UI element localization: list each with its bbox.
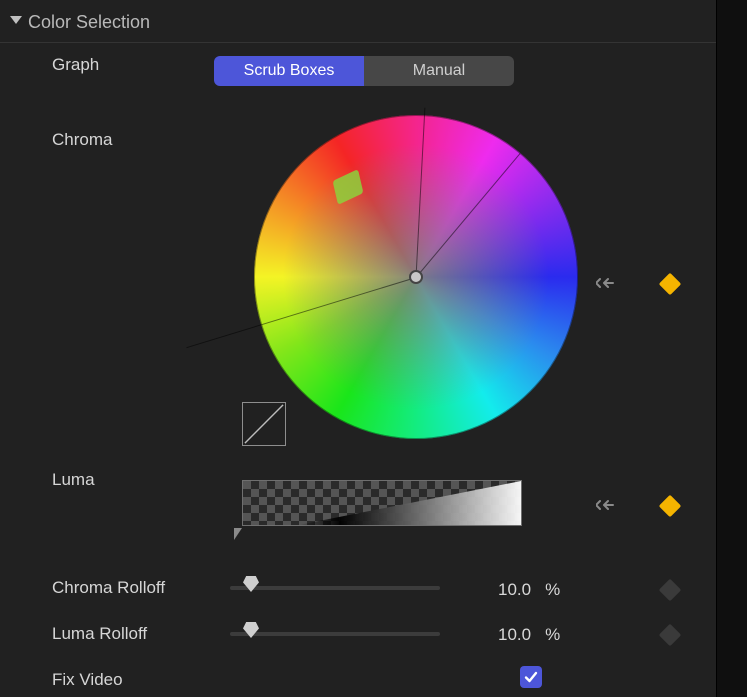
luma-rolloff-value-readout[interactable]: 10.0 % bbox=[498, 625, 560, 645]
chroma-rolloff-value-readout[interactable]: 10.0 % bbox=[498, 580, 560, 600]
chroma-rolloff-slider[interactable] bbox=[230, 578, 440, 598]
section-header[interactable]: Color Selection bbox=[0, 0, 716, 43]
disclosure-triangle-icon[interactable] bbox=[10, 16, 22, 24]
luma-rolloff-label: Luma Rolloff bbox=[52, 624, 220, 644]
chroma-wedge-edge[interactable] bbox=[416, 108, 426, 278]
checkmark-icon bbox=[523, 669, 539, 685]
luma-reset-icon[interactable] bbox=[596, 498, 614, 512]
chroma-center-dot[interactable] bbox=[409, 270, 423, 284]
chroma-wedge-edge[interactable] bbox=[186, 277, 416, 348]
fix-video-label: Fix Video bbox=[52, 670, 220, 690]
chroma-rolloff-label: Chroma Rolloff bbox=[52, 578, 220, 598]
chroma-wheel-area bbox=[254, 115, 584, 445]
segment-label: Scrub Boxes bbox=[244, 62, 335, 80]
luma-range-handle[interactable] bbox=[234, 528, 242, 540]
segment-label: Manual bbox=[413, 62, 465, 80]
luma-rolloff-unit: % bbox=[545, 625, 560, 645]
slider-track bbox=[230, 586, 440, 590]
fix-video-checkbox[interactable] bbox=[520, 666, 542, 688]
section-title: Color Selection bbox=[28, 12, 150, 33]
graph-label: Graph bbox=[52, 55, 220, 75]
graph-segmented-control[interactable]: Scrub Boxes Manual bbox=[214, 56, 514, 86]
chroma-label: Chroma bbox=[52, 130, 220, 150]
chroma-color-wheel[interactable] bbox=[254, 115, 578, 439]
chroma-wedge-edge[interactable] bbox=[416, 153, 521, 278]
color-selection-panel: Color Selection Graph Scrub Boxes Manual… bbox=[0, 0, 716, 697]
chroma-selection-handle[interactable] bbox=[333, 169, 364, 205]
luma-rolloff-value: 10.0 bbox=[498, 625, 531, 645]
falloff-curve-icon[interactable] bbox=[242, 402, 286, 446]
luma-label: Luma bbox=[52, 470, 220, 490]
right-gutter bbox=[716, 0, 747, 697]
luma-strip-area bbox=[242, 480, 522, 526]
chroma-rolloff-unit: % bbox=[545, 580, 560, 600]
segment-scrub-boxes[interactable]: Scrub Boxes bbox=[214, 56, 364, 86]
slider-track bbox=[230, 632, 440, 636]
chroma-reset-icon[interactable] bbox=[596, 276, 614, 290]
luma-rolloff-slider[interactable] bbox=[230, 624, 440, 644]
chroma-keyframe-diamond-icon[interactable] bbox=[659, 273, 682, 296]
segment-manual[interactable]: Manual bbox=[364, 56, 514, 86]
luma-gradient-overlay bbox=[243, 481, 521, 525]
luma-gradient-strip[interactable] bbox=[242, 480, 522, 526]
luma-keyframe-diamond-icon[interactable] bbox=[659, 495, 682, 518]
chroma-rolloff-value: 10.0 bbox=[498, 580, 531, 600]
